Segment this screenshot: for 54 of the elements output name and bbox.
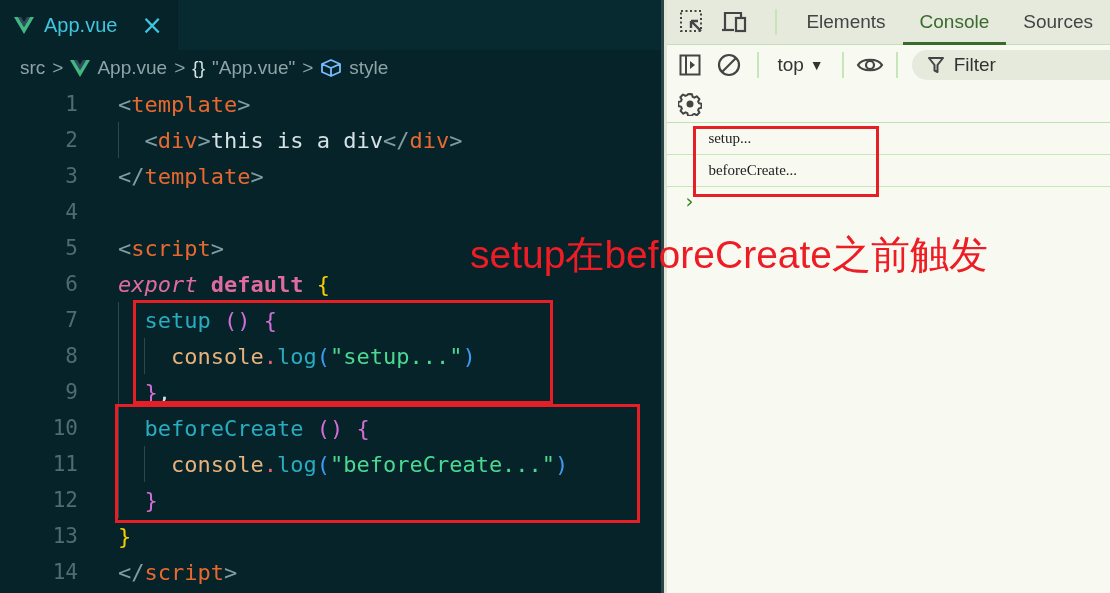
line-number: 2 xyxy=(64,128,78,152)
breadcrumb-item[interactable]: style xyxy=(349,57,389,79)
code-line: } xyxy=(118,482,158,518)
line-number: 13 xyxy=(51,524,78,548)
line-number: 9 xyxy=(64,380,78,404)
chevron-icon: > xyxy=(302,57,314,79)
console-prompt[interactable]: › xyxy=(685,189,694,213)
code-line: console.log("setup...") xyxy=(118,338,476,374)
filter-input[interactable]: Filter xyxy=(951,53,1096,77)
chevron-icon: > xyxy=(174,57,186,79)
close-button[interactable]: × xyxy=(141,12,163,38)
code-line: } xyxy=(118,522,132,551)
settings-icon[interactable] xyxy=(678,91,703,116)
filter-field[interactable]: Filter xyxy=(911,50,1110,80)
devtools-tab[interactable]: Console xyxy=(902,0,1007,45)
console-message: setup... xyxy=(708,130,752,147)
line-number: 11 xyxy=(51,452,78,476)
code-line: <script> xyxy=(118,234,224,263)
line-number: 1 xyxy=(64,92,78,116)
cube-icon xyxy=(320,58,343,78)
line-number: 10 xyxy=(51,416,78,440)
line-number: 7 xyxy=(64,308,78,332)
vue-logo-icon xyxy=(70,59,91,77)
console-message: beforeCreate... xyxy=(708,162,798,179)
code-line: export default { xyxy=(118,270,330,299)
devtools-tab[interactable]: Elements xyxy=(789,0,903,45)
code-line: console.log("beforeCreate...") xyxy=(118,446,569,482)
code-line: </script> xyxy=(118,558,238,587)
filter-icon xyxy=(927,56,944,74)
breadcrumb-item[interactable]: App.vue xyxy=(97,57,168,79)
code-line: <div>this is a div</div> xyxy=(118,122,463,158)
breadcrumb-item[interactable]: "App.vue" xyxy=(212,57,296,79)
tab-label: App.vue xyxy=(44,13,118,37)
code-line: <template> xyxy=(118,90,251,119)
line-number: 4 xyxy=(64,200,78,224)
code-line: setup () { xyxy=(118,302,277,338)
line-number: 14 xyxy=(51,560,78,584)
line-number: 6 xyxy=(64,272,78,296)
breadcrumb-item[interactable]: {} xyxy=(192,57,205,79)
clear-console-icon[interactable] xyxy=(717,53,742,77)
line-number: 3 xyxy=(64,164,78,188)
code-line: </template> xyxy=(118,162,264,191)
devtools-tab[interactable]: Sources xyxy=(1006,0,1110,45)
chevron-icon: > xyxy=(52,57,64,79)
code-line: beforeCreate () { xyxy=(118,410,370,446)
context-dropdown[interactable]: top ▼ xyxy=(771,54,830,76)
line-number: 8 xyxy=(64,344,78,368)
line-number: 12 xyxy=(51,488,78,512)
sidebar-toggle-icon[interactable] xyxy=(679,54,702,76)
editor-tab[interactable]: App.vue × xyxy=(0,0,178,50)
device-icon[interactable] xyxy=(721,10,748,34)
breadcrumb-item[interactable]: src xyxy=(20,57,46,79)
line-number: 5 xyxy=(64,236,78,260)
vue-logo-icon xyxy=(14,16,34,34)
